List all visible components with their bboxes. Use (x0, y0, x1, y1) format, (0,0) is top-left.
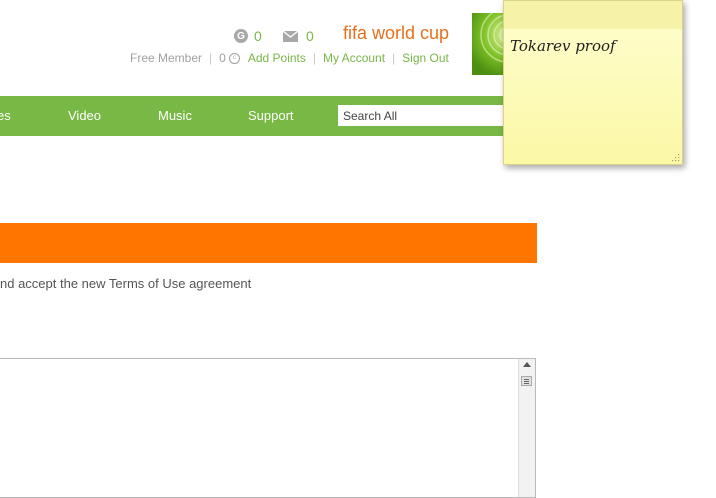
nav-item-support[interactable]: Support (248, 96, 294, 136)
terms-instruction: nd accept the new Terms of Use agreement (0, 276, 252, 291)
divider: | (312, 51, 317, 65)
scroll-thumb[interactable] (521, 376, 532, 386)
coin-icon: c (228, 52, 240, 64)
vertical-scrollbar[interactable] (518, 359, 535, 497)
sticky-note-text[interactable]: Tokarev proof (510, 37, 616, 55)
main-nav: es Video Music Support (0, 96, 537, 136)
username[interactable]: fifa world cup (343, 23, 449, 44)
nav-item-games[interactable]: es (0, 96, 11, 136)
sticky-note[interactable]: Tokarev proof (503, 0, 683, 165)
points-balance-value: 0 (219, 51, 226, 65)
sign-out-link[interactable]: Sign Out (402, 51, 449, 65)
messages-counter[interactable]: 0 (283, 27, 314, 45)
mail-icon (283, 30, 298, 42)
messages-count: 0 (306, 28, 314, 44)
member-type: Free Member (130, 51, 203, 65)
my-account-link[interactable]: My Account (323, 51, 385, 65)
account-links: Free Member | 0 c Add Points | My Accoun… (130, 49, 449, 67)
search-input[interactable] (338, 105, 513, 126)
points-counter[interactable]: G 0 (234, 27, 262, 45)
divider: | (392, 51, 396, 65)
nav-item-video[interactable]: Video (68, 96, 101, 136)
terms-banner (0, 223, 537, 263)
terms-textbox[interactable] (0, 358, 536, 498)
scroll-up-arrow-icon[interactable] (523, 362, 531, 367)
resize-grip-icon[interactable] (672, 154, 680, 162)
points-balance: 0 c (219, 51, 240, 65)
points-icon: G (234, 29, 248, 43)
add-points-link[interactable]: Add Points (248, 51, 306, 65)
divider: | (209, 51, 213, 65)
nav-item-music[interactable]: Music (158, 96, 192, 136)
points-count: 0 (254, 28, 262, 44)
